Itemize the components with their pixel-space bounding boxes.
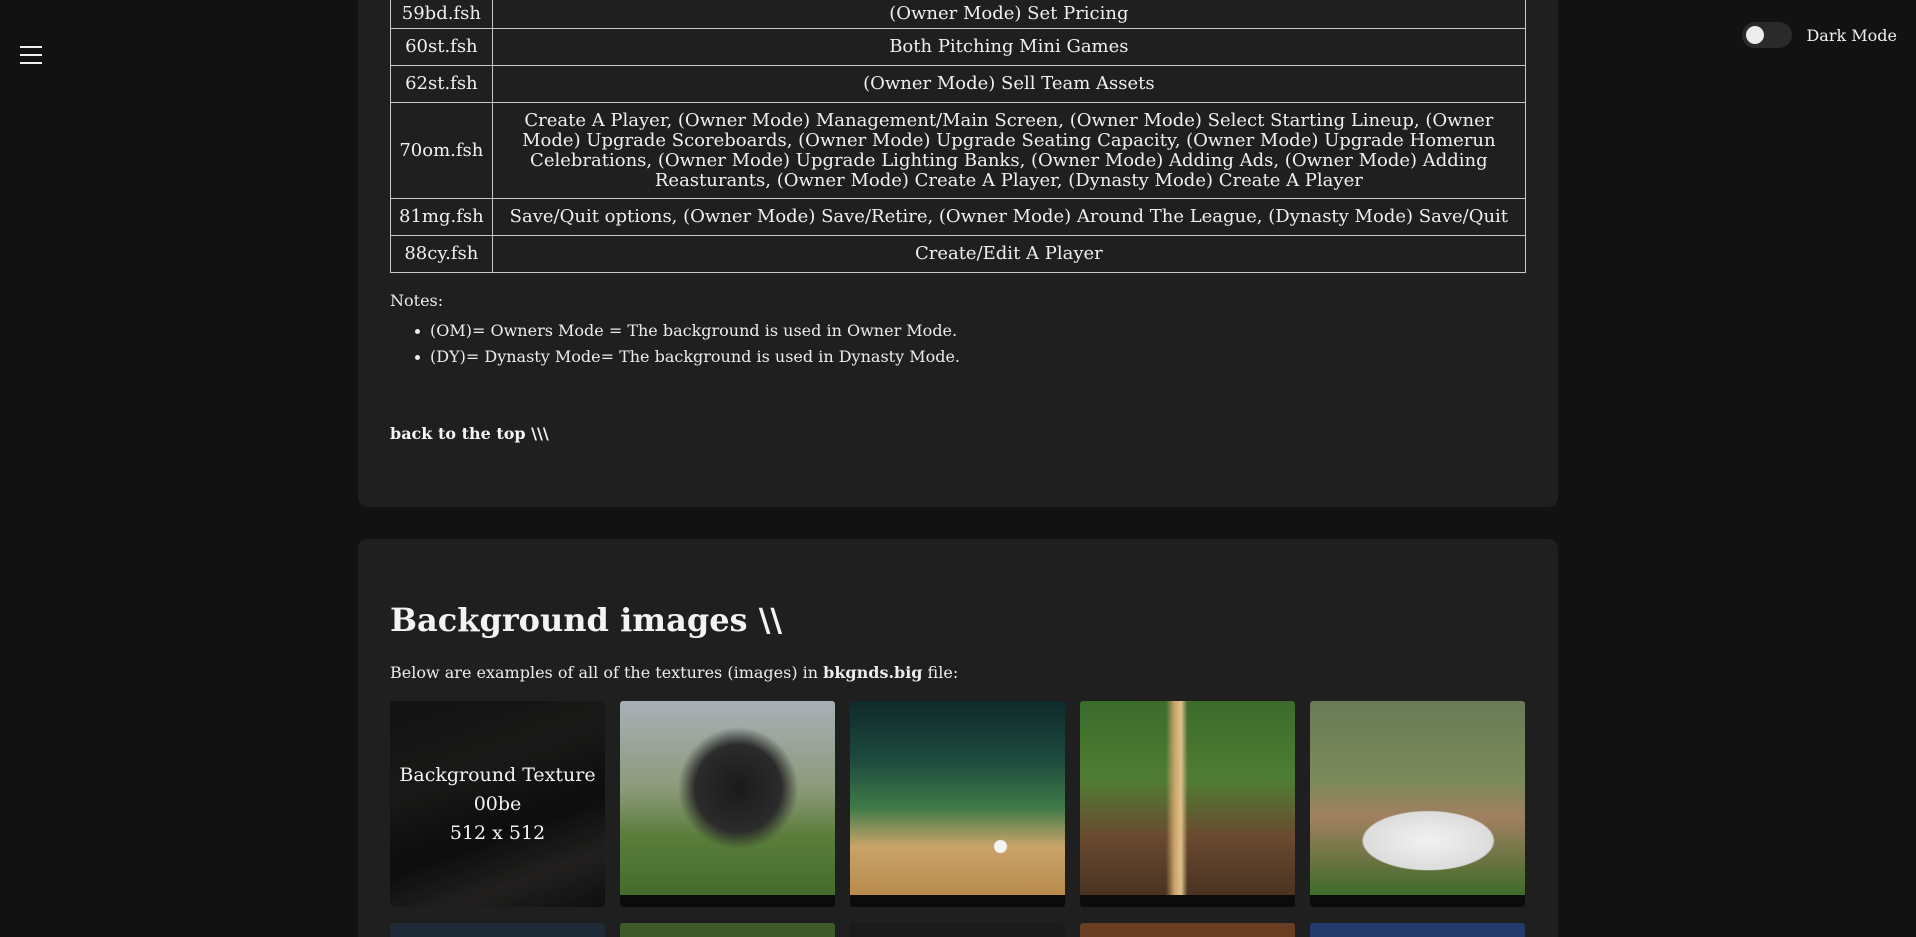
file-usage-cell: (Owner Mode) Sell Team Assets — [491, 65, 1527, 103]
texture-thumbnail[interactable] — [620, 923, 835, 937]
file-usage-table: 59bd.fsh (Owner Mode) Set Pricing 60st.f… — [390, 0, 1527, 273]
section-description: Below are examples of all of the texture… — [390, 663, 958, 682]
file-usage-cell: Create/Edit A Player — [491, 235, 1527, 273]
file-usage-cell: (Owner Mode) Set Pricing — [491, 0, 1527, 29]
file-usage-cell: Create A Player, (Owner Mode) Management… — [491, 102, 1527, 199]
dark-mode-label: Dark Mode — [1806, 25, 1897, 45]
caption-size: 512 x 512 — [449, 821, 546, 844]
menu-icon[interactable] — [20, 46, 44, 66]
notes-label: Notes: — [390, 291, 444, 310]
texture-thumbnail[interactable] — [620, 701, 835, 907]
texture-caption: Background Texture 00be 512 x 512 — [390, 701, 605, 907]
file-name-cell: 81mg.fsh — [390, 198, 493, 236]
texture-thumbnail[interactable]: Background Texture 00be 512 x 512 — [390, 701, 605, 907]
file-name-cell: 59bd.fsh — [390, 0, 493, 29]
section-title: Background images \\ — [390, 601, 783, 639]
texture-image — [1080, 701, 1295, 895]
thumbnail-bar — [620, 895, 835, 907]
texture-thumbnail[interactable] — [850, 701, 1065, 907]
desc-filename: bkgnds.big — [823, 663, 923, 682]
table-row: 70om.fsh Create A Player, (Owner Mode) M… — [390, 102, 1527, 199]
file-name-cell: 70om.fsh — [390, 102, 493, 199]
texture-thumbnail[interactable] — [390, 923, 605, 937]
table-row: 60st.fsh Both Pitching Mini Games — [390, 28, 1527, 66]
dark-mode-toggle-wrap: Dark Mode — [1742, 22, 1897, 48]
list-item: (OM)= Owners Mode = The background is us… — [414, 318, 960, 344]
file-usage-cell: Both Pitching Mini Games — [491, 28, 1527, 66]
caption-title: Background Texture — [399, 763, 596, 786]
toggle-knob — [1746, 26, 1765, 44]
dark-mode-toggle[interactable] — [1742, 22, 1793, 48]
table-row: 88cy.fsh Create/Edit A Player — [390, 235, 1527, 273]
texture-thumbnail[interactable] — [850, 923, 1065, 937]
desc-prefix: Below are examples of all of the texture… — [390, 663, 824, 682]
notes-list: (OM)= Owners Mode = The background is us… — [414, 318, 960, 370]
background-images-card: Background images \\ Below are examples … — [358, 539, 1558, 937]
desc-suffix: file: — [922, 663, 959, 682]
caption-id: 00be — [473, 792, 522, 815]
table-row: 59bd.fsh (Owner Mode) Set Pricing — [390, 0, 1527, 29]
list-item: (DY)= Dynasty Mode= The background is us… — [414, 344, 960, 370]
texture-image — [1310, 701, 1525, 895]
table-row: 81mg.fsh Save/Quit options, (Owner Mode)… — [390, 198, 1527, 236]
back-to-top-link[interactable]: back to the top \\\ — [390, 424, 549, 443]
file-name-cell: 60st.fsh — [390, 28, 493, 66]
texture-thumbnail[interactable] — [1080, 701, 1295, 907]
texture-thumbnail[interactable] — [1310, 923, 1525, 937]
texture-thumbnail[interactable] — [1310, 701, 1525, 907]
file-name-cell: 88cy.fsh — [390, 235, 493, 273]
thumbnail-bar — [1310, 895, 1525, 907]
file-name-cell: 62st.fsh — [390, 65, 493, 103]
texture-image — [850, 701, 1065, 895]
file-usage-cell: Save/Quit options, (Owner Mode) Save/Ret… — [491, 198, 1527, 236]
table-row: 62st.fsh (Owner Mode) Sell Team Assets — [390, 65, 1527, 103]
texture-thumbnail[interactable] — [1080, 923, 1295, 937]
thumbnail-bar — [1080, 895, 1295, 907]
thumbnail-bar — [850, 895, 1065, 907]
texture-image — [620, 701, 835, 895]
file-usage-card: 59bd.fsh (Owner Mode) Set Pricing 60st.f… — [358, 0, 1558, 507]
